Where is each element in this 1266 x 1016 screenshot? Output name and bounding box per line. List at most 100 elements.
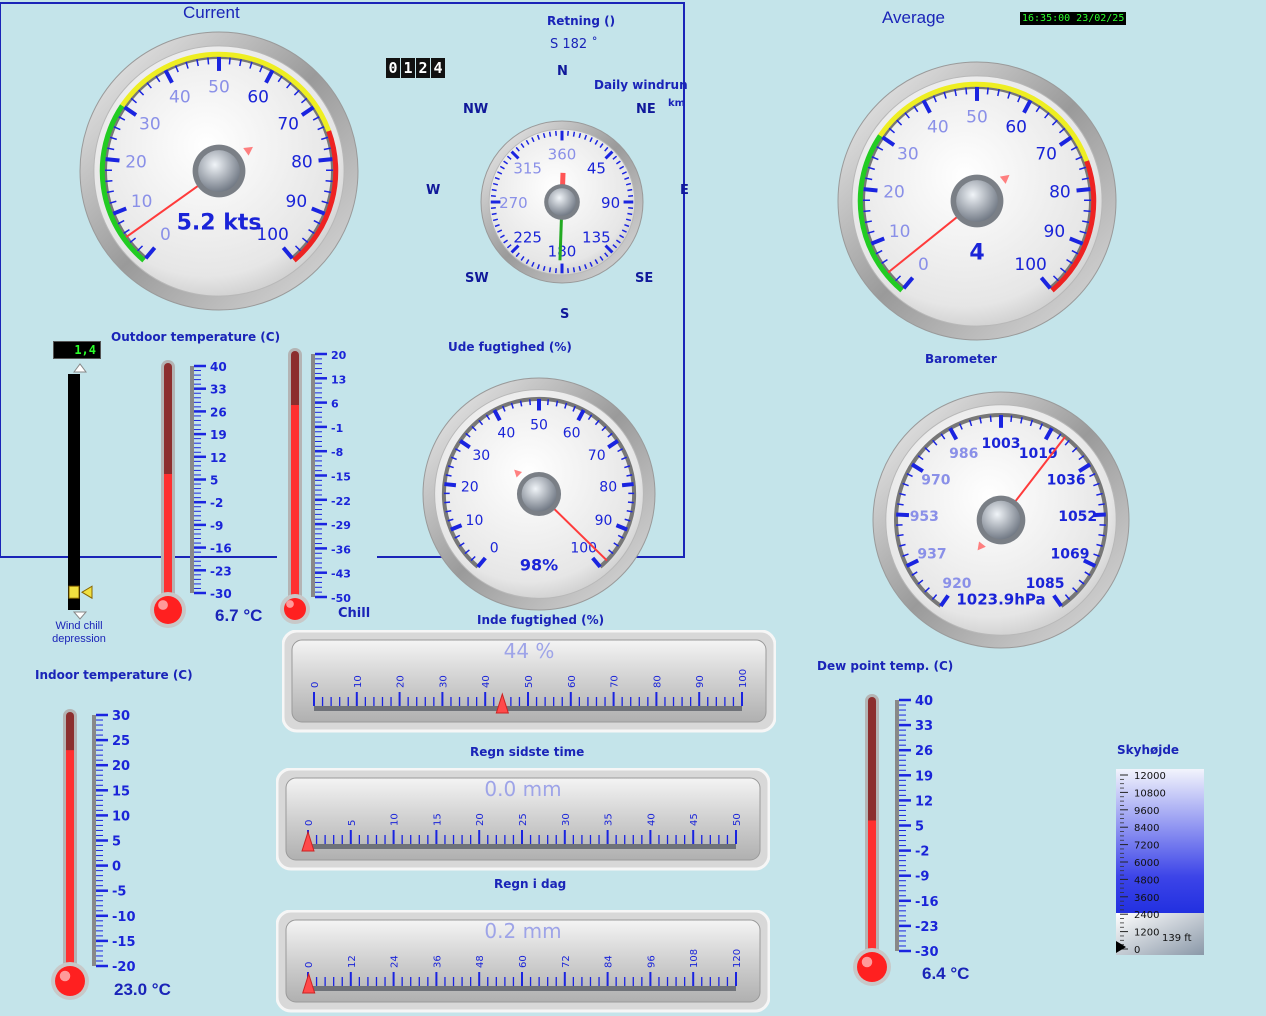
linear-track	[308, 986, 736, 991]
gauge-tick-label: 20	[461, 480, 479, 496]
thermo-bulb-highlight	[286, 600, 294, 608]
gauge-tick-label: 90	[595, 513, 613, 529]
gauge-minor-tick	[530, 399, 531, 405]
gauge-minor-tick	[446, 511, 452, 512]
thermo-tick-label: 33	[915, 719, 933, 734]
thermo-tick-label: 26	[210, 405, 227, 419]
gauge-minor-tick	[1098, 504, 1104, 505]
thermo-tick-label: -10	[112, 910, 136, 925]
linear-tick-label: 72	[561, 955, 572, 968]
thermo-tick-label: 12	[210, 451, 227, 465]
gauge-minor-tick	[897, 504, 903, 505]
gauge-tick-label: 1036	[1047, 472, 1086, 488]
cloud-tick-label: 3600	[1134, 893, 1159, 904]
linear-tick-label: 120	[732, 949, 743, 968]
average-title: Average	[882, 8, 945, 28]
linear-tick-label: 5	[347, 820, 358, 826]
thermo-mercury	[164, 474, 172, 605]
thermo-tick-label: -8	[331, 446, 343, 459]
thermo-scale-bar	[92, 715, 96, 966]
gauge-tick-label: 10	[889, 222, 911, 242]
gauge-readout: 98%	[520, 556, 558, 575]
linear-tick-label: 0	[310, 682, 321, 688]
thermo-tick-label: -9	[210, 519, 223, 533]
outdoor-humidity-gauge: 010203040506070809010098%	[421, 376, 657, 612]
linear-tick-label: 0	[304, 962, 315, 968]
gauge-minor-tick	[105, 181, 112, 182]
gauge-major-tick	[444, 484, 456, 485]
thermo-tick-label: -50	[331, 592, 351, 605]
compass-hub	[548, 188, 576, 216]
gauge-major-tick	[622, 484, 634, 485]
gauge-hub	[522, 477, 557, 512]
gauge-tick-label: 80	[1049, 182, 1071, 202]
cloud-base-indicator: 1200010800960084007200600048003600240012…	[1116, 769, 1204, 955]
gauge-tick-label: 60	[563, 426, 581, 442]
thermo-tick-label: 40	[915, 694, 933, 709]
thermo-tick-label: 30	[112, 709, 130, 724]
thermo-tick-label: 33	[210, 383, 227, 397]
gauge-tick-label: 0	[918, 255, 929, 275]
gauge-tick-label: 970	[921, 472, 950, 488]
thermo-tick-label: -2	[915, 845, 929, 860]
gauge-hub	[956, 180, 998, 222]
thermo-tick-label: -1	[331, 422, 343, 435]
thermo-scale-bar	[895, 700, 899, 951]
thermo-tick-label: 15	[112, 784, 130, 799]
compass-degree-label: 135	[582, 228, 611, 246]
linear-tick-label: 45	[689, 813, 700, 826]
gauge-minor-tick	[990, 416, 991, 422]
linear-tick-label: 60	[567, 675, 578, 688]
direction-label: Retning ()	[547, 14, 615, 28]
gauge-major-tick	[319, 159, 333, 160]
thermo-tick-label: 25	[112, 734, 130, 749]
gauge-tick-label: 40	[927, 117, 949, 137]
gauge-minor-tick	[208, 58, 209, 65]
linear-tick-label: 96	[646, 955, 657, 968]
gauge-minor-tick	[1011, 416, 1012, 422]
linear-tick-label: 10	[390, 813, 401, 826]
gauge-tick-label: 40	[497, 426, 515, 442]
dew-point-label: Dew point temp. (C)	[817, 659, 953, 673]
thermo-tick-label: 6	[331, 398, 339, 411]
linear-tick-label: 20	[475, 813, 486, 826]
gauge-minor-tick	[1084, 211, 1091, 212]
wind-chill-caption-line2: depression	[42, 633, 116, 646]
thermo-tick-label: -36	[331, 543, 351, 556]
chill-bar-pointer	[82, 586, 92, 598]
compass-degree-label: 90	[601, 194, 620, 212]
cloud-tick-label: 10800	[1134, 788, 1166, 799]
compass-tick	[550, 267, 551, 272]
chill-bar-up-marker	[74, 364, 86, 372]
cloud-readout: 139 ft	[1162, 933, 1192, 944]
thermo-tick-label: 10	[112, 809, 130, 824]
linear-tick-label: 48	[475, 955, 486, 968]
dew-point-thermometer: 40332619125-2-9-16-23-30	[849, 687, 949, 992]
cloud-tick-label: 0	[1134, 945, 1140, 955]
thermo-mercury	[66, 750, 74, 978]
gauge-tick-label: 30	[897, 144, 919, 164]
compass-tick	[492, 190, 497, 191]
wind-direction-compass: 3604590135180225270315	[479, 119, 645, 285]
thermo-mercury	[868, 820, 876, 963]
gauge-minor-tick	[966, 88, 967, 95]
gauge-major-tick	[896, 515, 909, 516]
indoor-thermometer: 302520151050-5-10-15-20	[46, 702, 146, 1000]
thermo-tick-label: 19	[915, 769, 933, 784]
gauge-tick-label: 30	[472, 448, 490, 464]
linear-readout: 44 %	[504, 639, 555, 663]
linear-tick-label: 50	[524, 675, 535, 688]
compass-degree-label: 225	[513, 228, 542, 246]
thermo-tick-label: -22	[331, 495, 351, 508]
linear-tick-label: 10	[353, 675, 364, 688]
indoor-temp-label: Indoor temperature (C)	[35, 668, 193, 682]
gauge-minor-tick	[628, 502, 634, 503]
cloud-tick-label: 12000	[1134, 771, 1166, 782]
compass-degree-label: 45	[587, 160, 606, 178]
gauge-minor-tick	[444, 502, 450, 503]
rain-hour-gauge: 0.0 mm05101520253035404550	[276, 768, 770, 874]
thermo-bulb-highlight	[60, 971, 71, 982]
thermo-tick-label: -43	[331, 568, 351, 581]
thermo-tick-label: -16	[210, 542, 232, 556]
wind-chill-caption-line1: Wind chill	[42, 620, 116, 633]
